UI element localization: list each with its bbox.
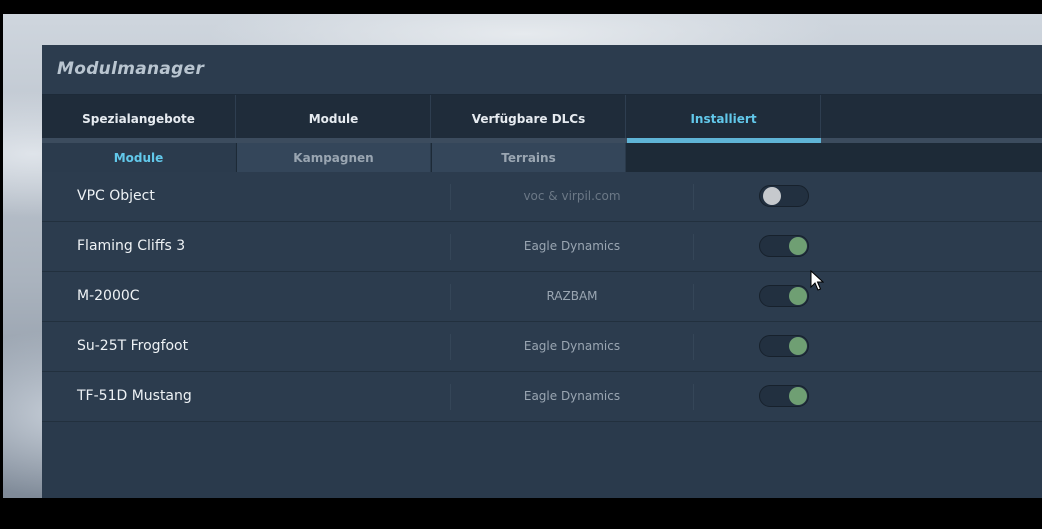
module-name: Flaming Cliffs 3 xyxy=(77,238,186,254)
toggle-knob xyxy=(763,187,781,205)
column-divider xyxy=(693,284,694,310)
module-vendor: RAZBAM xyxy=(546,289,598,303)
main-tabs: Spezialangebote Module Verfügbare DLCs I… xyxy=(42,95,1042,143)
column-divider xyxy=(693,234,694,260)
toggle-knob xyxy=(789,287,807,305)
module-vendor: voc & virpil.com xyxy=(523,189,621,203)
sub-tabs: Module Kampagnen Terrains xyxy=(42,143,1042,172)
subtab-terrains[interactable]: Terrains xyxy=(432,143,626,172)
tab-special-offers[interactable]: Spezialangebote xyxy=(42,95,236,143)
module-name: M-2000C xyxy=(77,288,140,304)
toggle-knob xyxy=(789,387,807,405)
window-title: Modulmanager xyxy=(57,59,205,79)
module-vendor: Eagle Dynamics xyxy=(523,389,621,403)
toggle-knob xyxy=(789,237,807,255)
mouse-pointer-icon xyxy=(810,270,824,291)
module-name: Su-25T Frogfoot xyxy=(77,338,189,354)
column-divider xyxy=(693,384,694,410)
list-item: VPC Object voc & virpil.com xyxy=(42,172,1042,222)
module-name: VPC Object xyxy=(77,188,155,204)
column-divider xyxy=(693,334,694,360)
list-item: Flaming Cliffs 3 Eagle Dynamics xyxy=(42,222,1042,272)
module-enable-toggle[interactable] xyxy=(759,335,809,357)
toggle-knob xyxy=(789,337,807,355)
module-name: TF-51D Mustang xyxy=(77,388,192,404)
list-item: M-2000C RAZBAM xyxy=(42,272,1042,322)
tab-installed[interactable]: Installiert xyxy=(627,95,821,143)
installed-modules-list: VPC Object voc & virpil.com Flaming Clif… xyxy=(42,172,1042,422)
list-item: Su-25T Frogfoot Eagle Dynamics xyxy=(42,322,1042,372)
tab-available-dlcs[interactable]: Verfügbare DLCs xyxy=(432,95,626,143)
module-manager-window: Modulmanager Spezialangebote Module Verf… xyxy=(42,45,1042,498)
module-vendor: Eagle Dynamics xyxy=(523,239,621,253)
module-enable-toggle[interactable] xyxy=(759,385,809,407)
module-enable-toggle[interactable] xyxy=(759,185,809,207)
subtab-modules[interactable]: Module xyxy=(42,143,236,172)
list-item: TF-51D Mustang Eagle Dynamics xyxy=(42,372,1042,422)
tab-modules[interactable]: Module xyxy=(237,95,431,143)
module-enable-toggle[interactable] xyxy=(759,285,809,307)
module-enable-toggle[interactable] xyxy=(759,235,809,257)
module-vendor: Eagle Dynamics xyxy=(523,339,621,353)
column-divider xyxy=(693,184,694,210)
subtab-campaigns[interactable]: Kampagnen xyxy=(237,143,431,172)
title-bar: Modulmanager xyxy=(42,45,1042,95)
